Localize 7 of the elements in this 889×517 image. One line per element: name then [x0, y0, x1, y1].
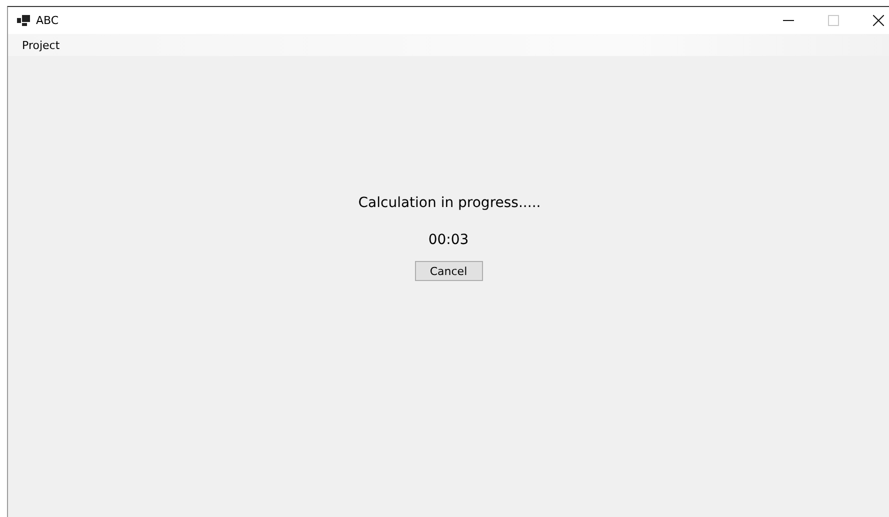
- cancel-button[interactable]: Cancel: [414, 261, 482, 281]
- elapsed-time: 00:03: [428, 232, 469, 248]
- window-title: ABC: [36, 14, 59, 27]
- close-icon[interactable]: [873, 15, 884, 26]
- status-text: Calculation in progress.....: [357, 195, 541, 211]
- menu-item[interactable]: Project: [14, 38, 68, 52]
- app-icon: [17, 15, 30, 26]
